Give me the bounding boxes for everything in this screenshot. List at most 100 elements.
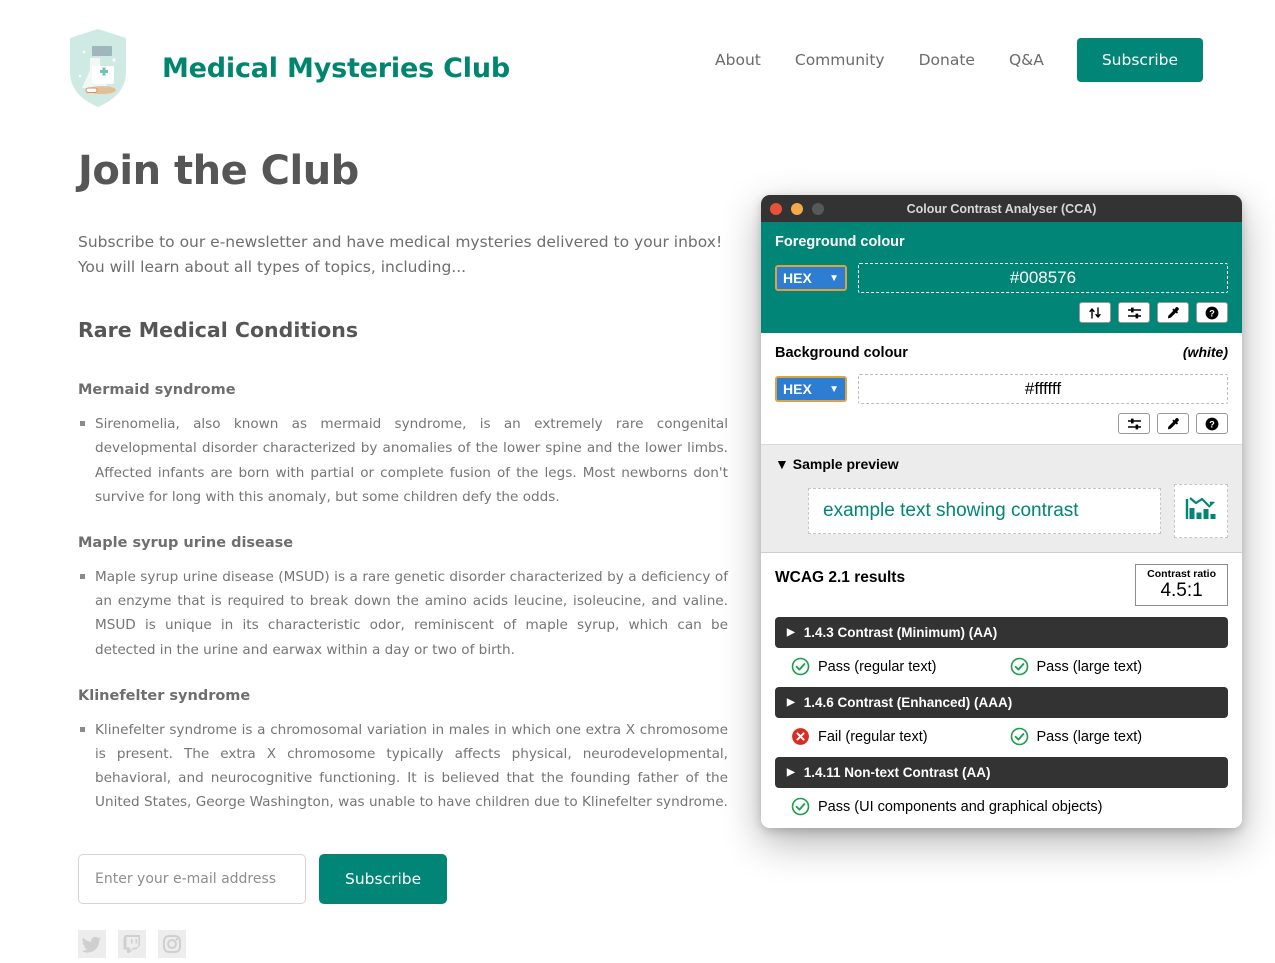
- condition-body: Klinefelter syndrome is a chromosomal va…: [80, 718, 728, 815]
- triangle-right-icon: ▶: [787, 767, 795, 779]
- condition-list: Maple syrup urine disease (MSUD) is a ra…: [78, 565, 728, 662]
- triangle-right-icon: ▶: [787, 697, 795, 709]
- criterion-label: 1.4.11 Non-text Contrast (AA): [803, 765, 991, 781]
- result-regular-text: Pass (regular text): [791, 657, 1010, 676]
- result-large-text: Pass (large text): [1010, 727, 1229, 746]
- condition-body: Maple syrup urine disease (MSUD) is a ra…: [80, 565, 728, 662]
- email-input[interactable]: [78, 854, 306, 905]
- sample-preview-body: example text showing contrast: [775, 484, 1228, 538]
- condition-entry: Maple syrup urine disease Maple syrup ur…: [78, 535, 728, 662]
- window-controls: [770, 202, 824, 215]
- background-hex-input[interactable]: #ffffff: [858, 374, 1228, 404]
- foreground-hex-input[interactable]: #008576: [858, 263, 1228, 293]
- condition-body: Sirenomelia, also known as mermaid syndr…: [80, 412, 728, 509]
- intro-paragraph: Subscribe to our e-newsletter and have m…: [78, 233, 723, 277]
- section-title: Rare Medical Conditions: [78, 318, 359, 343]
- nav-link-about[interactable]: About: [698, 45, 778, 75]
- sample-graphic: [1174, 484, 1228, 538]
- criterion-1-4-11[interactable]: ▶ 1.4.11 Non-text Contrast (AA): [775, 757, 1228, 789]
- foreground-color-row: HEX ▼ #008576: [775, 263, 1228, 293]
- eyedropper-icon[interactable]: [1157, 413, 1189, 434]
- wcag-results-panel: WCAG 2.1 results Contrast ratio 4.5:1 ▶ …: [761, 553, 1242, 828]
- swap-colours-icon[interactable]: [1079, 302, 1111, 323]
- header-subscribe-button[interactable]: Subscribe: [1076, 38, 1203, 82]
- foreground-icon-row: ?: [775, 302, 1228, 323]
- svg-text:?: ?: [1209, 419, 1215, 429]
- result-text: Pass (regular text): [818, 658, 937, 675]
- chevron-down-icon: ▼: [829, 383, 839, 395]
- condition-entry: Mermaid syndrome Sirenomelia, also known…: [78, 382, 728, 509]
- foreground-format-select[interactable]: HEX ▼: [775, 265, 847, 291]
- sample-preview-toggle[interactable]: ▼ Sample preview: [775, 456, 1228, 472]
- social-links: [78, 930, 728, 959]
- shield-medical-badge-icon: [62, 22, 134, 114]
- condition-list: Klinefelter syndrome is a chromosomal va…: [78, 718, 728, 815]
- foreground-label: Foreground colour: [775, 234, 905, 250]
- nav-link-community[interactable]: Community: [778, 45, 902, 75]
- subscribe-form: Subscribe: [78, 854, 728, 905]
- sample-preview-panel: ▼ Sample preview example text showing co…: [761, 445, 1242, 553]
- page-title: Join the Club: [78, 148, 359, 194]
- criterion-label: 1.4.3 Contrast (Minimum) (AA): [803, 625, 998, 641]
- help-icon[interactable]: ?: [1196, 302, 1228, 323]
- background-icon-row: ?: [775, 413, 1228, 434]
- contrast-ratio-label: Contrast ratio: [1147, 568, 1216, 580]
- close-icon[interactable]: [770, 202, 782, 215]
- foreground-format-value: HEX: [783, 270, 812, 286]
- background-label: Background colour: [775, 345, 908, 361]
- triangle-right-icon: ▶: [787, 627, 795, 639]
- pass-icon: [791, 657, 810, 676]
- result-text: Pass (large text): [1036, 658, 1143, 675]
- condition-title: Klinefelter syndrome: [78, 687, 251, 704]
- contrast-ratio-value: 4.5:1: [1160, 580, 1203, 601]
- instagram-icon[interactable]: [158, 930, 186, 959]
- pass-icon: [791, 797, 810, 816]
- nav-link-donate[interactable]: Donate: [902, 45, 992, 75]
- criterion-label: 1.4.6 Contrast (Enhanced) (AAA): [803, 695, 1013, 711]
- background-format-value: HEX: [783, 381, 812, 397]
- pass-icon: [1010, 727, 1029, 746]
- nav-link-qa[interactable]: Q&A: [992, 45, 1061, 75]
- svg-text:?: ?: [1209, 308, 1215, 318]
- declining-bar-chart-icon: [1184, 493, 1218, 530]
- criterion-1-4-3[interactable]: ▶ 1.4.3 Contrast (Minimum) (AA): [775, 617, 1228, 649]
- background-color-row: HEX ▼ #ffffff: [775, 374, 1228, 404]
- background-format-select[interactable]: HEX ▼: [775, 376, 847, 402]
- pass-icon: [1010, 657, 1029, 676]
- result-large-text: Pass (large text): [1010, 657, 1229, 676]
- fail-icon: [791, 727, 810, 746]
- criterion-1-4-6[interactable]: ▶ 1.4.6 Contrast (Enhanced) (AAA): [775, 687, 1228, 719]
- wcag-results-head: WCAG 2.1 results Contrast ratio 4.5:1: [775, 564, 1228, 607]
- condition-title: Maple syrup urine disease: [78, 534, 294, 551]
- minimize-icon[interactable]: [791, 202, 803, 215]
- sample-text: example text showing contrast: [808, 488, 1161, 534]
- criterion-1-4-11-results: Pass (UI components and graphical object…: [775, 797, 1228, 816]
- eyedropper-icon[interactable]: [1157, 302, 1189, 323]
- background-note: (white): [1182, 344, 1228, 360]
- site-header: Medical Mysteries Club About Community D…: [0, 0, 1275, 120]
- sample-preview-label: Sample preview: [792, 456, 899, 472]
- cca-window: Colour Contrast Analyser (CCA) Foregroun…: [761, 195, 1242, 828]
- brand[interactable]: Medical Mysteries Club: [62, 22, 510, 114]
- subscribe-button[interactable]: Subscribe: [319, 854, 448, 905]
- criterion-1-4-6-results: Fail (regular text) Pass (large text): [775, 727, 1228, 746]
- result-text: Pass (UI components and graphical object…: [818, 798, 1103, 815]
- contrast-ratio-box: Contrast ratio 4.5:1: [1135, 564, 1228, 607]
- brand-title: Medical Mysteries Club: [162, 52, 510, 84]
- result-text: Fail (regular text): [818, 728, 928, 745]
- main-nav: About Community Donate Q&A Subscribe: [698, 38, 1203, 82]
- criterion-1-4-3-results: Pass (regular text) Pass (large text): [775, 657, 1228, 676]
- main-content: Join the Club Subscribe to our e-newslet…: [78, 148, 728, 959]
- condition-list: Sirenomelia, also known as mermaid syndr…: [78, 412, 728, 509]
- result-regular-text: Fail (regular text): [791, 727, 1010, 746]
- background-panel: Background colour (white) HEX ▼ #ffffff …: [761, 333, 1242, 445]
- sliders-icon[interactable]: [1118, 302, 1150, 323]
- cca-titlebar[interactable]: Colour Contrast Analyser (CCA): [761, 195, 1242, 222]
- help-icon[interactable]: ?: [1196, 413, 1228, 434]
- result-text: Pass (large text): [1036, 728, 1143, 745]
- cca-window-title: Colour Contrast Analyser (CCA): [906, 201, 1097, 216]
- twitch-icon[interactable]: [118, 930, 146, 959]
- twitter-icon[interactable]: [78, 930, 106, 959]
- background-head: Background colour (white): [775, 344, 1228, 374]
- sliders-icon[interactable]: [1118, 413, 1150, 434]
